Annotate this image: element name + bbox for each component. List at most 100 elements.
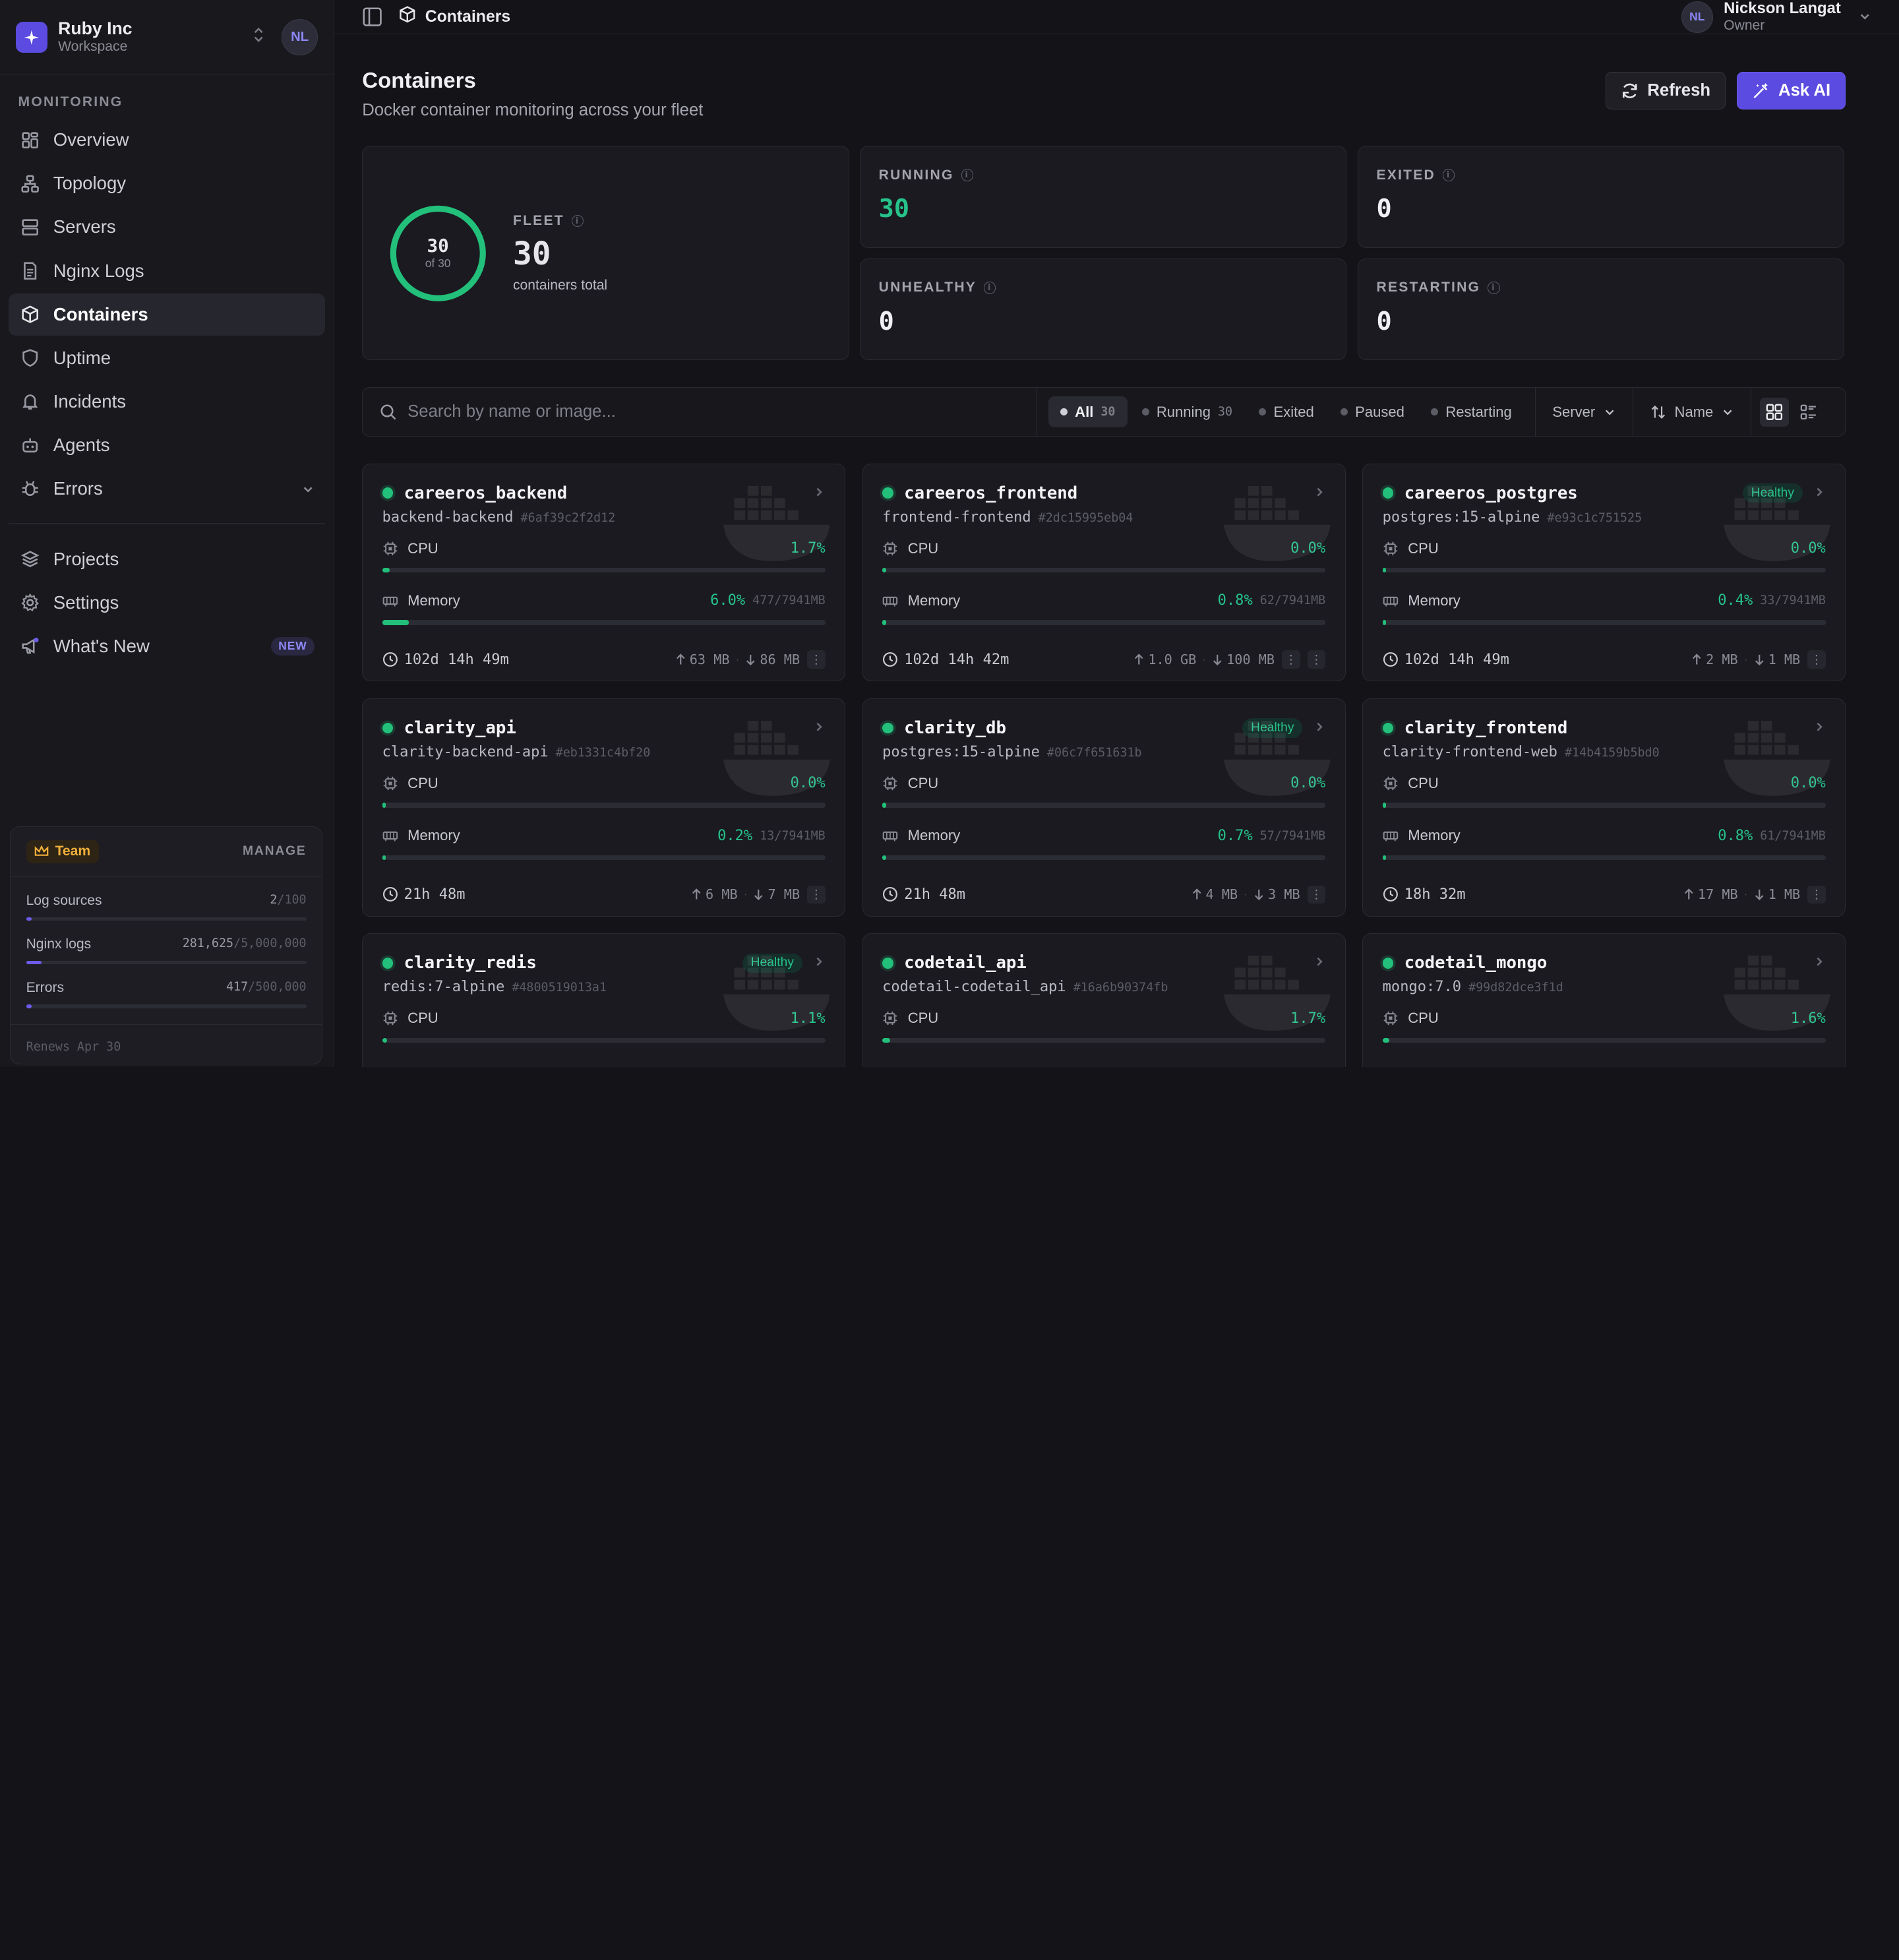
arrow-down-icon (745, 654, 756, 665)
memory-bar (1382, 620, 1826, 625)
status-dot-icon (382, 958, 394, 969)
memory-bar-fill (382, 855, 386, 860)
container-id: #14b4159b5bd0 (1564, 745, 1660, 760)
quota-row: Errors 417/500,000 (11, 980, 322, 1008)
container-id: #e93c1c751525 (1547, 510, 1643, 525)
filter-label: Restarting (1445, 403, 1512, 420)
more-options-icon[interactable]: ⋮ (807, 650, 826, 669)
container-card[interactable]: codetail_api codetail-codetail_api #16a6b… (862, 933, 1346, 1068)
docker-whale-icon (1724, 485, 1832, 576)
grid-view-button[interactable] (1760, 397, 1790, 427)
memory-label: Memory (1408, 827, 1461, 844)
container-card[interactable]: codetail_mongo mongo:7.0 #99d82dce3f1d CP… (1362, 933, 1846, 1068)
memory-percent: 0.8% (1718, 827, 1753, 844)
running-card: RUNNING i 30 (860, 146, 1347, 248)
filter-exited[interactable]: Exited (1247, 396, 1326, 428)
unhealthy-card: UNHEALTHY i 0 (860, 259, 1347, 361)
container-card[interactable]: clarity_api clarity-backend-api #eb1331c4… (362, 698, 846, 917)
chevron-down-icon (1605, 410, 1614, 415)
filter-running[interactable]: Running 30 (1130, 396, 1244, 428)
info-icon[interactable]: i (984, 282, 996, 294)
sidebar-item-topology[interactable]: Topology (9, 162, 325, 204)
workspace-switcher[interactable]: Ruby Inc Workspace NL (0, 0, 334, 75)
sidebar-item-label: Incidents (53, 390, 127, 412)
sidebar-item-incidents[interactable]: Incidents (9, 381, 325, 423)
info-icon[interactable]: i (1442, 169, 1455, 181)
sidebar-item-settings[interactable]: Settings (9, 582, 325, 624)
sort-dropdown[interactable]: Name (1633, 387, 1752, 437)
cpu-bar-fill (382, 1037, 387, 1043)
network-down: 1 MB (1768, 886, 1801, 903)
user-menu[interactable]: NL Nickson Langat Owner (1681, 0, 1871, 34)
network-up: 63 MB (689, 652, 730, 668)
box-icon (19, 303, 41, 325)
search-input[interactable]: Search by name or image... (363, 387, 1038, 437)
memory-label: Memory (907, 592, 961, 609)
more-options-icon[interactable]: ⋮ (807, 885, 826, 904)
container-card[interactable]: clarity_redis Healthy redis:7-alpine #480… (362, 933, 846, 1068)
container-id: #06c7f651631b (1046, 745, 1142, 760)
server-dropdown[interactable]: Server (1536, 387, 1634, 437)
filter-label: All (1075, 403, 1094, 420)
memory-label: Memory (407, 592, 460, 609)
sidebar-item-containers[interactable]: Containers (8, 293, 326, 336)
container-name: clarity_db (904, 718, 1006, 738)
refresh-icon (1622, 83, 1637, 98)
quota-limit: /5,000,000 (233, 936, 307, 951)
docker-whale-icon (1724, 956, 1832, 1045)
sidebar-item-overview[interactable]: Overview (9, 119, 325, 161)
sidebar-item-errors[interactable]: Errors (9, 468, 325, 510)
sidebar-item-uptime[interactable]: Uptime (9, 337, 325, 379)
sidebar-toggle-icon[interactable] (362, 7, 382, 27)
container-card[interactable]: careeros_backend backend-backend #6af39c2… (362, 463, 846, 682)
quota-label: Nginx logs (26, 936, 92, 952)
arrow-down-icon (1754, 888, 1765, 901)
list-view-button[interactable] (1794, 398, 1823, 427)
quota-used: 2 (270, 892, 278, 907)
sidebar-item-agents[interactable]: Agents (9, 424, 325, 466)
workspace-name: Ruby Inc (58, 18, 133, 38)
memory-icon (382, 828, 398, 843)
quota-bar-fill (26, 960, 42, 965)
chevron-updown-icon[interactable] (253, 26, 264, 48)
filter-all[interactable]: All 30 (1048, 396, 1128, 428)
refresh-button[interactable]: Refresh (1605, 72, 1726, 110)
layers-icon (19, 548, 41, 570)
sidebar-item-label: Servers (53, 216, 116, 237)
filter-restarting[interactable]: Restarting (1419, 396, 1524, 428)
docker-whale-icon (723, 720, 832, 811)
container-card[interactable]: careeros_frontend frontend-frontend #2dc1… (862, 463, 1346, 682)
sidebar-item-what-s-new[interactable]: What's New NEW (9, 625, 325, 667)
container-card[interactable]: clarity_db Healthy postgres:15-alpine #06… (862, 698, 1346, 917)
memory-icon (1383, 828, 1399, 843)
more-options-icon[interactable]: ⋮ (1307, 650, 1326, 669)
manage-link[interactable]: MANAGE (243, 844, 307, 859)
running-value: 30 (878, 194, 910, 224)
container-image: clarity-frontend-web (1382, 743, 1557, 760)
exited-label: EXITED (1376, 167, 1435, 183)
more-options-icon[interactable]: ⋮ (1807, 650, 1826, 669)
bot-icon (19, 434, 41, 456)
more-options-icon[interactable]: ⋮ (1307, 885, 1326, 904)
status-dot-icon (1382, 487, 1394, 499)
memory-bar-fill (1382, 855, 1387, 860)
ask-ai-button[interactable]: Ask AI (1736, 72, 1846, 110)
cpu-bar-fill (882, 803, 886, 808)
avatar[interactable]: NL (282, 18, 318, 55)
filter-paused[interactable]: Paused (1329, 396, 1416, 428)
sidebar-item-servers[interactable]: Servers (9, 206, 325, 248)
info-icon[interactable]: i (571, 215, 584, 228)
container-card[interactable]: clarity_frontend clarity-frontend-web #14… (1362, 698, 1846, 917)
memory-mb: 57/7941MB (1259, 828, 1326, 843)
uptime: 102d 14h 42m (904, 651, 1010, 668)
container-card[interactable]: careeros_postgres Healthy postgres:15-al… (1362, 463, 1846, 682)
cpu-icon (382, 541, 398, 557)
more-options-icon[interactable]: ⋮ (1282, 650, 1300, 669)
quota-used: 417 (226, 980, 249, 995)
more-options-icon[interactable]: ⋮ (1807, 885, 1826, 904)
info-icon[interactable]: i (961, 169, 973, 181)
info-icon[interactable]: i (1488, 282, 1500, 294)
status-dot-icon (882, 958, 893, 969)
sidebar-item-nginx-logs[interactable]: Nginx Logs (9, 249, 325, 291)
sidebar-item-projects[interactable]: Projects (9, 537, 325, 580)
